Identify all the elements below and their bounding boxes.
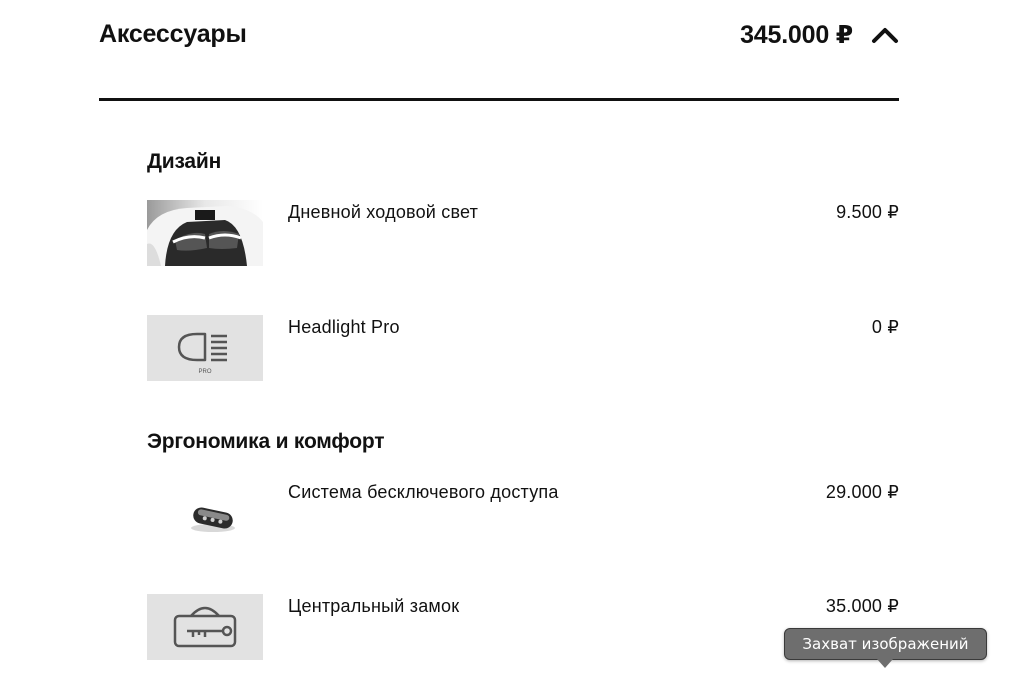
page-title: Аксессуары [99, 20, 247, 48]
collapse-button[interactable] [871, 24, 899, 46]
daytime-running-light-photo [147, 200, 263, 266]
tooltip-tail [877, 659, 893, 668]
section-title-ergonomics: Эргономика и комфорт [147, 430, 385, 453]
header-divider [99, 98, 899, 101]
section-title-design: Дизайн [147, 150, 222, 173]
item-price: 0 ₽ [871, 317, 899, 337]
item-price: 29.000 ₽ [825, 482, 899, 502]
item-price: 35.000 ₽ [825, 596, 899, 616]
total-price: 345.000 ₽ [740, 21, 853, 49]
headlight-icon: PRO [147, 315, 263, 381]
item-name: Дневной ходовой свет [288, 202, 479, 222]
item-name: Headlight Pro [288, 317, 400, 337]
central-lock-icon [147, 594, 263, 660]
accessories-header: Аксессуары 345.000 ₽ [99, 18, 899, 54]
list-item[interactable]: Система бесключевого доступа 29.000 ₽ [147, 480, 899, 546]
item-name: Система бесключевого доступа [288, 482, 559, 502]
item-name: Центральный замок [288, 596, 460, 616]
key-fob-photo [147, 480, 263, 546]
list-item[interactable]: PRO Headlight Pro 0 ₽ [147, 315, 899, 381]
item-price: 9.500 ₽ [836, 202, 899, 222]
screen-capture-tooltip: Захват изображений [784, 628, 987, 660]
list-item[interactable]: Дневной ходовой свет 9.500 ₽ [147, 200, 899, 266]
chevron-up-icon [872, 28, 898, 43]
headlight-icon-caption: PRO [198, 369, 211, 375]
